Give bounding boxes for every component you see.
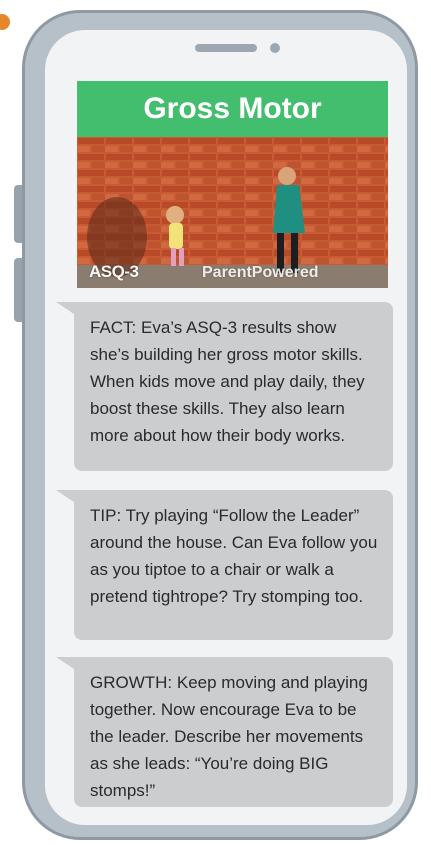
message-fact: FACT: Eva’s ASQ-3 results show she’s bui…: [56, 302, 393, 471]
camera-icon: [270, 43, 280, 53]
message-tip: TIP: Try playing “Follow the Leader” aro…: [56, 490, 393, 640]
media-card[interactable]: Gross Motor ASQ-3 ParentPowered: [77, 81, 388, 288]
orange-dot: [0, 14, 10, 30]
volume-up-button: [14, 185, 22, 243]
parentpowered-logo: ParentPowered: [202, 264, 319, 281]
message-text: FACT: Eva’s ASQ-3 results show she’s bui…: [90, 318, 365, 445]
speaker-icon: [195, 44, 257, 52]
photo-image: ASQ-3 ParentPowered: [77, 137, 388, 288]
message-text: TIP: Try playing “Follow the Leader” aro…: [90, 506, 378, 606]
volume-down-button: [14, 258, 22, 322]
asq3-logo: ASQ-3: [89, 262, 139, 281]
message-growth: GROWTH: Keep moving and playing together…: [56, 657, 393, 807]
card-title: Gross Motor: [77, 81, 388, 137]
message-text: GROWTH: Keep moving and playing together…: [90, 673, 368, 800]
